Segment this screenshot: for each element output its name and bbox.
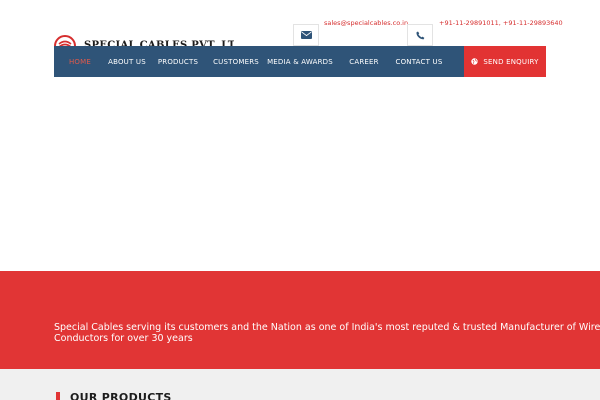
email-icon-box[interactable]: [293, 24, 319, 46]
send-enquiry-label: SEND ENQUIRY: [483, 57, 539, 66]
nav-home[interactable]: HOME: [54, 46, 106, 77]
nav-about-us[interactable]: ABOUT US: [106, 46, 148, 77]
section-accent-bar: [56, 392, 60, 400]
products-heading: OUR PRODUCTS: [70, 391, 172, 400]
nav-career[interactable]: CAREER: [336, 46, 392, 77]
phone-numbers[interactable]: +91-11-29891011, +91-11-29893640: [439, 19, 563, 27]
main-nav: HOME ABOUT US PRODUCTS CUSTOMERS MEDIA &…: [54, 46, 546, 77]
send-enquiry-button[interactable]: SEND ENQUIRY: [464, 46, 546, 77]
products-section: OUR PRODUCTS: [0, 369, 600, 400]
globe-icon: [471, 58, 479, 65]
page: SPECIAL CABLES PVT. LTD. sales@specialca…: [0, 0, 600, 400]
envelope-icon: [300, 31, 312, 39]
tagline-text: Special Cables serving its customers and…: [54, 322, 600, 344]
nav-customers[interactable]: CUSTOMERS: [208, 46, 264, 77]
phone-icon: [416, 31, 424, 39]
nav-contact-us[interactable]: CONTACT US: [392, 46, 446, 77]
nav-media-awards[interactable]: MEDIA & AWARDS: [264, 46, 336, 77]
phone-icon-box[interactable]: [407, 24, 433, 46]
nav-products[interactable]: PRODUCTS: [148, 46, 208, 77]
email-link[interactable]: sales@specialcables.co.in: [324, 19, 408, 27]
tagline-banner: Special Cables serving its customers and…: [0, 271, 600, 369]
